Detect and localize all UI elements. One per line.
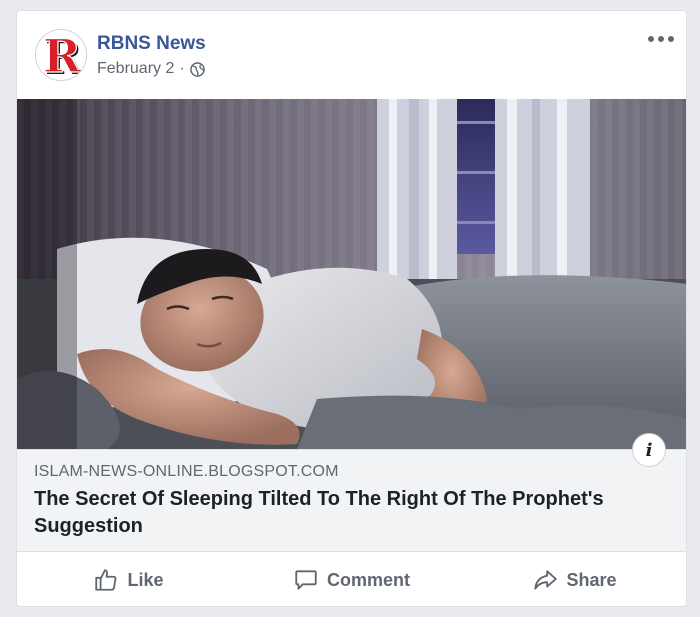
share-button[interactable]: Share (463, 552, 686, 606)
post-header: R R RBNS News February 2 · (17, 11, 686, 99)
share-label: Share (566, 569, 617, 590)
like-button[interactable]: Like (17, 552, 240, 606)
like-label: Like (127, 569, 164, 590)
page-avatar[interactable]: R R (35, 29, 87, 81)
ellipsis-dot (648, 36, 654, 42)
post-card: R R RBNS News February 2 · ISLAM-NEWS-ON… (16, 10, 687, 607)
link-preview[interactable]: ISLAM-NEWS-ONLINE.BLOGSPOT.COM The Secre… (17, 449, 686, 552)
post-meta: February 2 · (97, 60, 205, 78)
ellipsis-dot (668, 36, 674, 42)
meta-separator: · (179, 60, 185, 77)
link-domain: ISLAM-NEWS-ONLINE.BLOGSPOT.COM (34, 463, 339, 480)
sleeping-man-photo (17, 99, 686, 449)
globe-icon (189, 61, 205, 77)
share-icon (534, 570, 558, 590)
rbns-logo: R R (36, 30, 86, 81)
more-options-button[interactable] (648, 31, 674, 47)
info-button[interactable]: i (632, 433, 666, 467)
thumbs-up-icon (95, 569, 117, 591)
action-bar: Like Comment Share (17, 552, 686, 606)
avatar-letter: R (43, 30, 82, 81)
comment-label: Comment (326, 569, 410, 590)
comment-icon (295, 570, 317, 590)
comment-button[interactable]: Comment (240, 552, 463, 606)
ellipsis-dot (658, 36, 664, 42)
page-name-link[interactable]: RBNS News (97, 33, 206, 55)
link-preview-image[interactable] (17, 99, 686, 449)
link-headline: The Secret Of Sleeping Tilted To The Rig… (34, 488, 604, 537)
post-date[interactable]: February 2 (97, 60, 174, 78)
